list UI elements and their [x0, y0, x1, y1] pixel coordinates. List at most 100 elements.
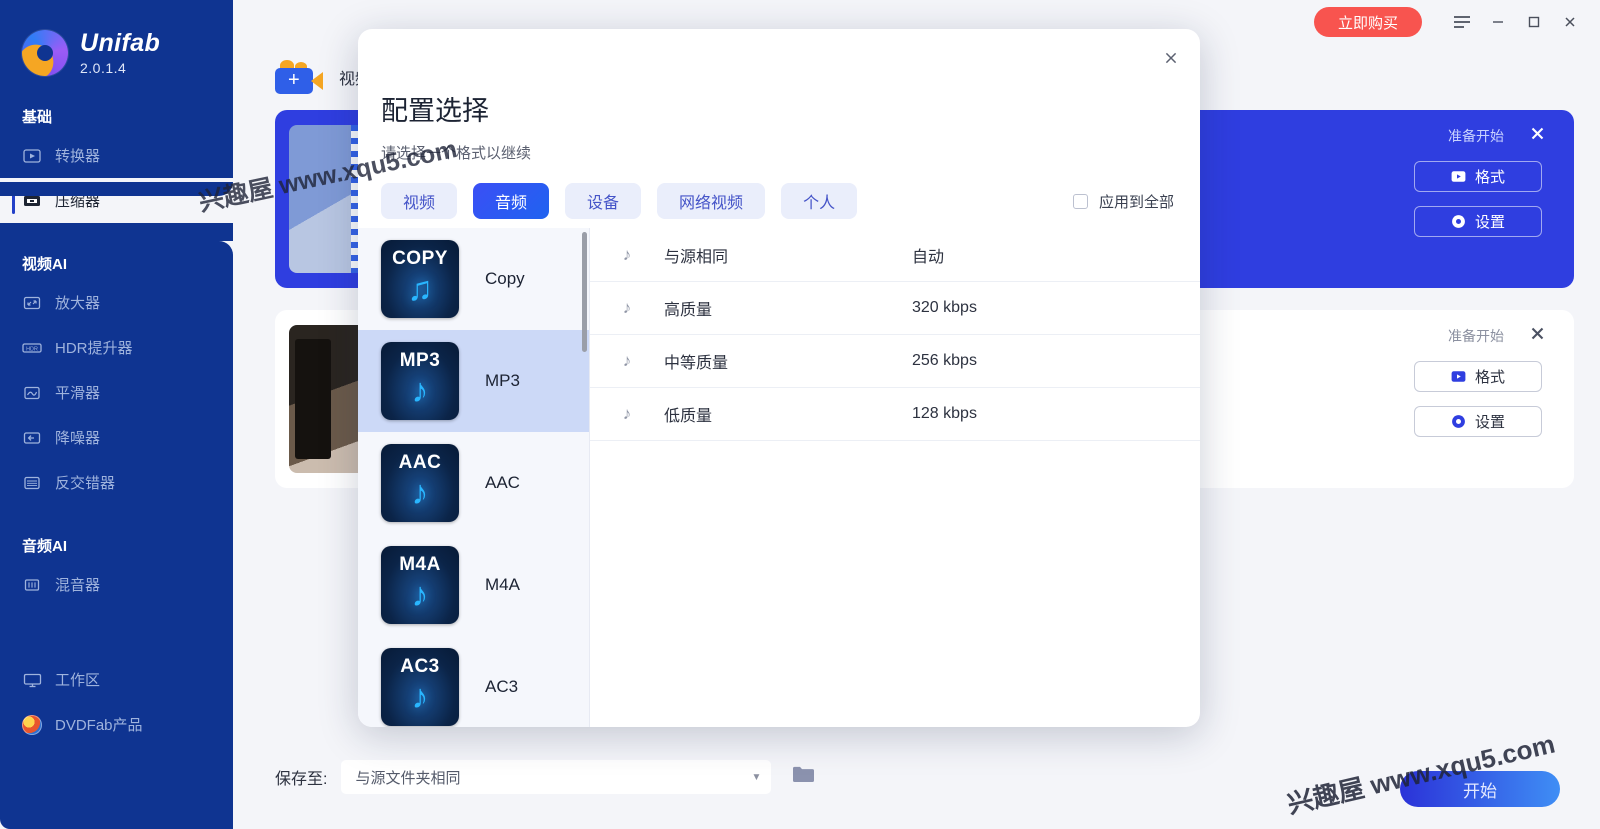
music-note-icon: ♪: [622, 404, 632, 423]
sidebar-item-label: 转换器: [55, 148, 101, 165]
format-item-ac3[interactable]: AC3 ♪ AC3: [358, 636, 589, 727]
chevron-down-icon: ▼: [751, 771, 762, 783]
format-item-copy[interactable]: COPY ♫ Copy: [358, 228, 589, 330]
svg-text:HDR: HDR: [26, 346, 38, 352]
format-button[interactable]: 格式: [1414, 361, 1542, 392]
mp3-format-icon: MP3 ♪: [381, 342, 459, 420]
settings-button[interactable]: 设置: [1414, 206, 1542, 237]
sidebar-item-deinterlacer[interactable]: 反交错器: [0, 460, 233, 505]
format-item-label: M4A: [485, 575, 520, 594]
save-bar: 保存至: 与源文件夹相同 ▼ 开始: [233, 725, 1600, 829]
format-list-scrollbar[interactable]: [582, 232, 587, 352]
format-item-mp3[interactable]: MP3 ♪ MP3: [358, 330, 589, 432]
sidebar-item-label: 反交错器: [55, 475, 116, 492]
sidebar-item-enlarger[interactable]: 放大器: [0, 280, 233, 325]
mixer-icon: [22, 575, 42, 595]
music-note-icon: ♪: [622, 298, 632, 317]
dvdfab-icon: [22, 714, 42, 735]
copy-format-icon: COPY ♫: [381, 240, 459, 318]
browse-folder-button[interactable]: [785, 760, 821, 794]
save-path-select[interactable]: 与源文件夹相同 ▼: [341, 760, 772, 794]
brand: Unifab 2.0.1.4: [0, 0, 233, 76]
format-label: 格式: [1474, 169, 1505, 186]
status-badge: 准备开始: [1448, 128, 1504, 144]
brand-version: 2.0.1.4: [80, 59, 127, 76]
format-icon-tag: AAC: [398, 452, 442, 473]
sidebar-item-workspace[interactable]: 工作区: [0, 657, 233, 702]
smoother-icon: [22, 383, 42, 403]
profile-selection-dialog: 配置选择 请选择一个格式以继续 视频 音频 设备 网络视频 个人 应用到全部 C…: [358, 29, 1200, 727]
format-button[interactable]: 格式: [1414, 161, 1542, 192]
workspace-icon: [22, 670, 42, 690]
close-icon[interactable]: [1156, 43, 1186, 73]
quality-list: ♪ 与源相同 自动 ♪ 高质量 320 kbps ♪ 中等质量 256 kbps…: [590, 228, 1200, 727]
quality-label: 低质量: [664, 408, 713, 425]
settings-label: 设置: [1474, 214, 1505, 231]
tab-audio[interactable]: 音频: [473, 183, 550, 219]
file-card-actions: 格式 设置: [1414, 361, 1542, 437]
hdr-icon: HDR: [22, 338, 42, 358]
ac3-format-icon: AC3 ♪: [381, 648, 459, 726]
music-note-icon: ♪: [411, 474, 429, 512]
dialog-body: COPY ♫ Copy MP3 ♪ MP3 AAC ♪ AAC M4A ♪ M4…: [358, 228, 1200, 727]
format-list[interactable]: COPY ♫ Copy MP3 ♪ MP3 AAC ♪ AAC M4A ♪ M4…: [358, 228, 590, 727]
quality-item-low[interactable]: ♪ 低质量 128 kbps: [590, 388, 1200, 441]
unifab-logo-icon: [22, 30, 68, 76]
quality-item-high[interactable]: ♪ 高质量 320 kbps: [590, 282, 1200, 335]
apply-to-all-label: 应用到全部: [1098, 193, 1174, 211]
sidebar-item-denoiser[interactable]: 降噪器: [0, 415, 233, 460]
sidebar-item-label: 压缩器: [55, 193, 101, 210]
sidebar-item-label: 放大器: [55, 295, 101, 312]
page-title: 配置选择: [381, 96, 489, 126]
tab-personal[interactable]: 个人: [781, 183, 858, 219]
sidebar-item-dvdfab-products[interactable]: DVDFab产品: [0, 702, 233, 747]
format-icon: [1451, 169, 1466, 184]
format-icon-tag: M4A: [399, 554, 441, 575]
app-window: Unifab 2.0.1.4 基础 转换器 压缩器 视频AI 放大器 HDR H…: [0, 0, 1600, 829]
format-item-label: Copy: [485, 269, 525, 288]
sidebar-item-compressor[interactable]: 压缩器: [0, 178, 233, 223]
minimize-icon[interactable]: [1480, 7, 1516, 37]
sidebar-item-label: 平滑器: [55, 385, 101, 402]
m4a-format-icon: M4A ♪: [381, 546, 459, 624]
format-item-m4a[interactable]: M4A ♪ M4A: [358, 534, 589, 636]
settings-button[interactable]: 设置: [1414, 406, 1542, 437]
nav-group-title-video-ai: 视频AI: [22, 256, 68, 273]
music-note-icon: ♪: [622, 245, 632, 264]
remove-file-icon[interactable]: [1524, 320, 1550, 346]
format-category-tabs: 视频 音频 设备 网络视频 个人 应用到全部: [358, 163, 1200, 219]
converter-icon: [22, 146, 42, 166]
sidebar-item-smoother[interactable]: 平滑器: [0, 370, 233, 415]
hamburger-icon[interactable]: [1444, 7, 1480, 37]
nav-group-title-audio-ai: 音频AI: [22, 538, 68, 555]
file-card-actions: 格式 设置: [1414, 161, 1542, 237]
start-button[interactable]: 开始: [1400, 771, 1560, 807]
gear-icon: [1451, 414, 1466, 429]
sidebar-item-label: DVDFab产品: [55, 717, 143, 734]
tab-video[interactable]: 视频: [381, 183, 458, 219]
quality-item-medium[interactable]: ♪ 中等质量 256 kbps: [590, 335, 1200, 388]
tab-device[interactable]: 设备: [565, 183, 642, 219]
buy-now-button[interactable]: 立即购买: [1313, 7, 1422, 37]
remove-file-icon[interactable]: [1524, 120, 1550, 146]
quality-value: 256 kbps: [912, 352, 977, 369]
quality-value: 128 kbps: [912, 405, 977, 422]
maximize-icon[interactable]: [1516, 7, 1552, 37]
close-icon[interactable]: [1552, 7, 1588, 37]
status-badge: 准备开始: [1448, 328, 1504, 344]
sidebar-item-converter[interactable]: 转换器: [0, 133, 233, 178]
format-item-label: AC3: [485, 677, 519, 696]
format-icon-tag: COPY: [392, 248, 448, 269]
dialog-subtitle: 请选择一个格式以继续: [381, 145, 532, 162]
tab-web-video[interactable]: 网络视频: [657, 183, 766, 219]
format-item-label: MP3: [485, 371, 520, 390]
brand-name: Unifab: [80, 29, 161, 58]
nav-group-title-basic: 基础: [22, 109, 53, 126]
sidebar-item-mixer[interactable]: 混音器: [0, 562, 233, 607]
format-item-aac[interactable]: AAC ♪ AAC: [358, 432, 589, 534]
quality-value: 自动: [912, 249, 945, 266]
sidebar-item-hdr[interactable]: HDR HDR提升器: [0, 325, 233, 370]
apply-to-all-checkbox[interactable]: 应用到全部: [1072, 191, 1174, 212]
music-note-icon: ♪: [411, 576, 429, 614]
quality-item-source[interactable]: ♪ 与源相同 自动: [590, 229, 1200, 282]
